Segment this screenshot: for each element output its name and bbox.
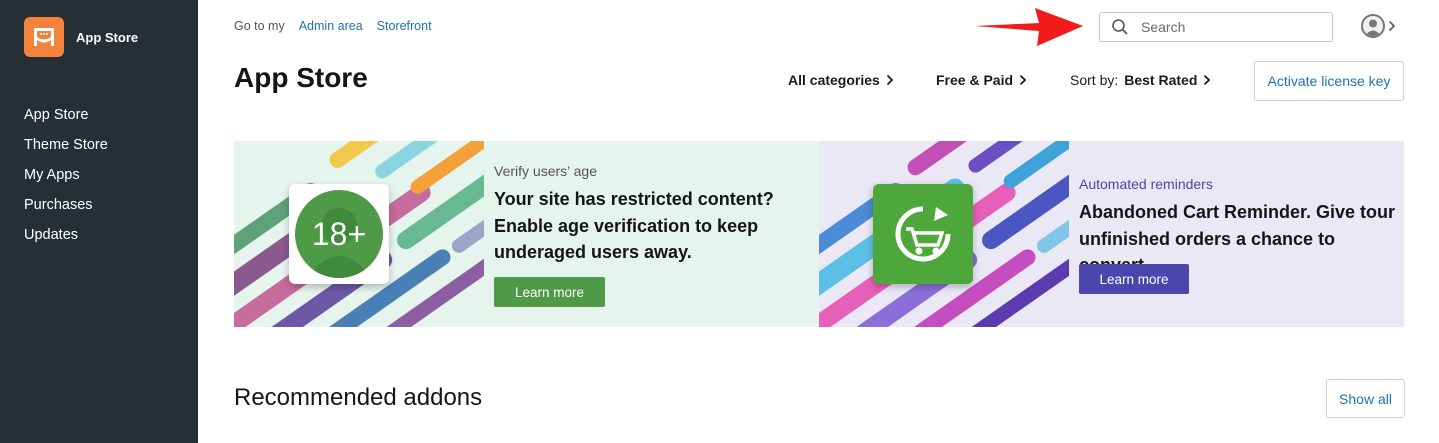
pricing-filter-label: Free & Paid xyxy=(936,72,1014,88)
sort-filter[interactable]: Sort by: Best Rated xyxy=(1070,72,1211,88)
storefront-link[interactable]: Storefront xyxy=(377,19,432,33)
headline-line: underaged users away. xyxy=(494,242,692,262)
search-box[interactable] xyxy=(1099,12,1333,42)
sort-value: Best Rated xyxy=(1124,72,1198,88)
headline-line: Your site has restricted content? xyxy=(494,189,774,209)
categories-filter[interactable]: All categories xyxy=(788,72,894,88)
learn-more-button[interactable]: Learn more xyxy=(494,277,605,307)
annotation-arrow-icon xyxy=(975,8,1083,46)
sort-prefix: Sort by: xyxy=(1070,72,1119,88)
section-title: Recommended addons xyxy=(234,384,483,411)
activate-license-button[interactable]: Activate license key xyxy=(1254,61,1404,101)
banner-kicker: Automated reminders xyxy=(1079,176,1213,192)
categories-filter-label: All categories xyxy=(788,72,880,88)
app-store-logo-icon xyxy=(24,17,64,57)
breadcrumb: Go to my Admin area Storefront xyxy=(234,19,432,33)
age-badge-label: 18+ xyxy=(311,215,367,252)
age-badge: 18+ xyxy=(289,184,389,284)
user-menu[interactable] xyxy=(1361,14,1396,38)
avatar xyxy=(1361,14,1385,38)
age-verification-banner: 18+ Verify users’ age Your site has rest… xyxy=(234,141,819,327)
learn-more-button[interactable]: Learn more xyxy=(1079,264,1189,294)
sidebar-item-theme-store[interactable]: Theme Store xyxy=(24,133,108,163)
headline-line: Abandoned Cart Reminder. Give tour xyxy=(1079,202,1396,222)
sidebar-item-app-store[interactable]: App Store xyxy=(24,103,108,133)
admin-area-link[interactable]: Admin area xyxy=(299,19,363,33)
sidebar-item-updates[interactable]: Updates xyxy=(24,223,108,253)
cart-reminder-banner: Automated reminders Abandoned Cart Remin… xyxy=(819,141,1404,327)
cart-refresh-icon xyxy=(873,184,973,284)
brand-name: App Store xyxy=(76,29,139,45)
sidebar-item-my-apps[interactable]: My Apps xyxy=(24,163,108,193)
show-all-button[interactable]: Show all xyxy=(1326,379,1405,418)
search-icon xyxy=(1112,19,1128,35)
chevron-right-icon xyxy=(1019,74,1027,86)
chevron-right-icon xyxy=(886,74,894,86)
goto-label: Go to my xyxy=(234,19,285,33)
main-content: Go to my Admin area Storefront App Store… xyxy=(198,0,1439,443)
brand[interactable]: App Store xyxy=(24,17,138,57)
page-title: App Store xyxy=(234,62,368,93)
banner-headline: Your site has restricted content? Enable… xyxy=(494,186,774,266)
pricing-filter[interactable]: Free & Paid xyxy=(936,72,1027,88)
headline-line: Enable age verification to keep xyxy=(494,215,759,236)
banner-kicker: Verify users’ age xyxy=(494,163,597,179)
chevron-right-icon xyxy=(1388,20,1396,32)
search-input[interactable] xyxy=(1141,19,1311,35)
sidebar-nav: App Store Theme Store My Apps Purchases … xyxy=(24,103,108,253)
sidebar-item-purchases[interactable]: Purchases xyxy=(24,193,108,223)
sidebar: App Store App Store Theme Store My Apps … xyxy=(0,0,198,443)
chevron-right-icon xyxy=(1204,74,1211,86)
